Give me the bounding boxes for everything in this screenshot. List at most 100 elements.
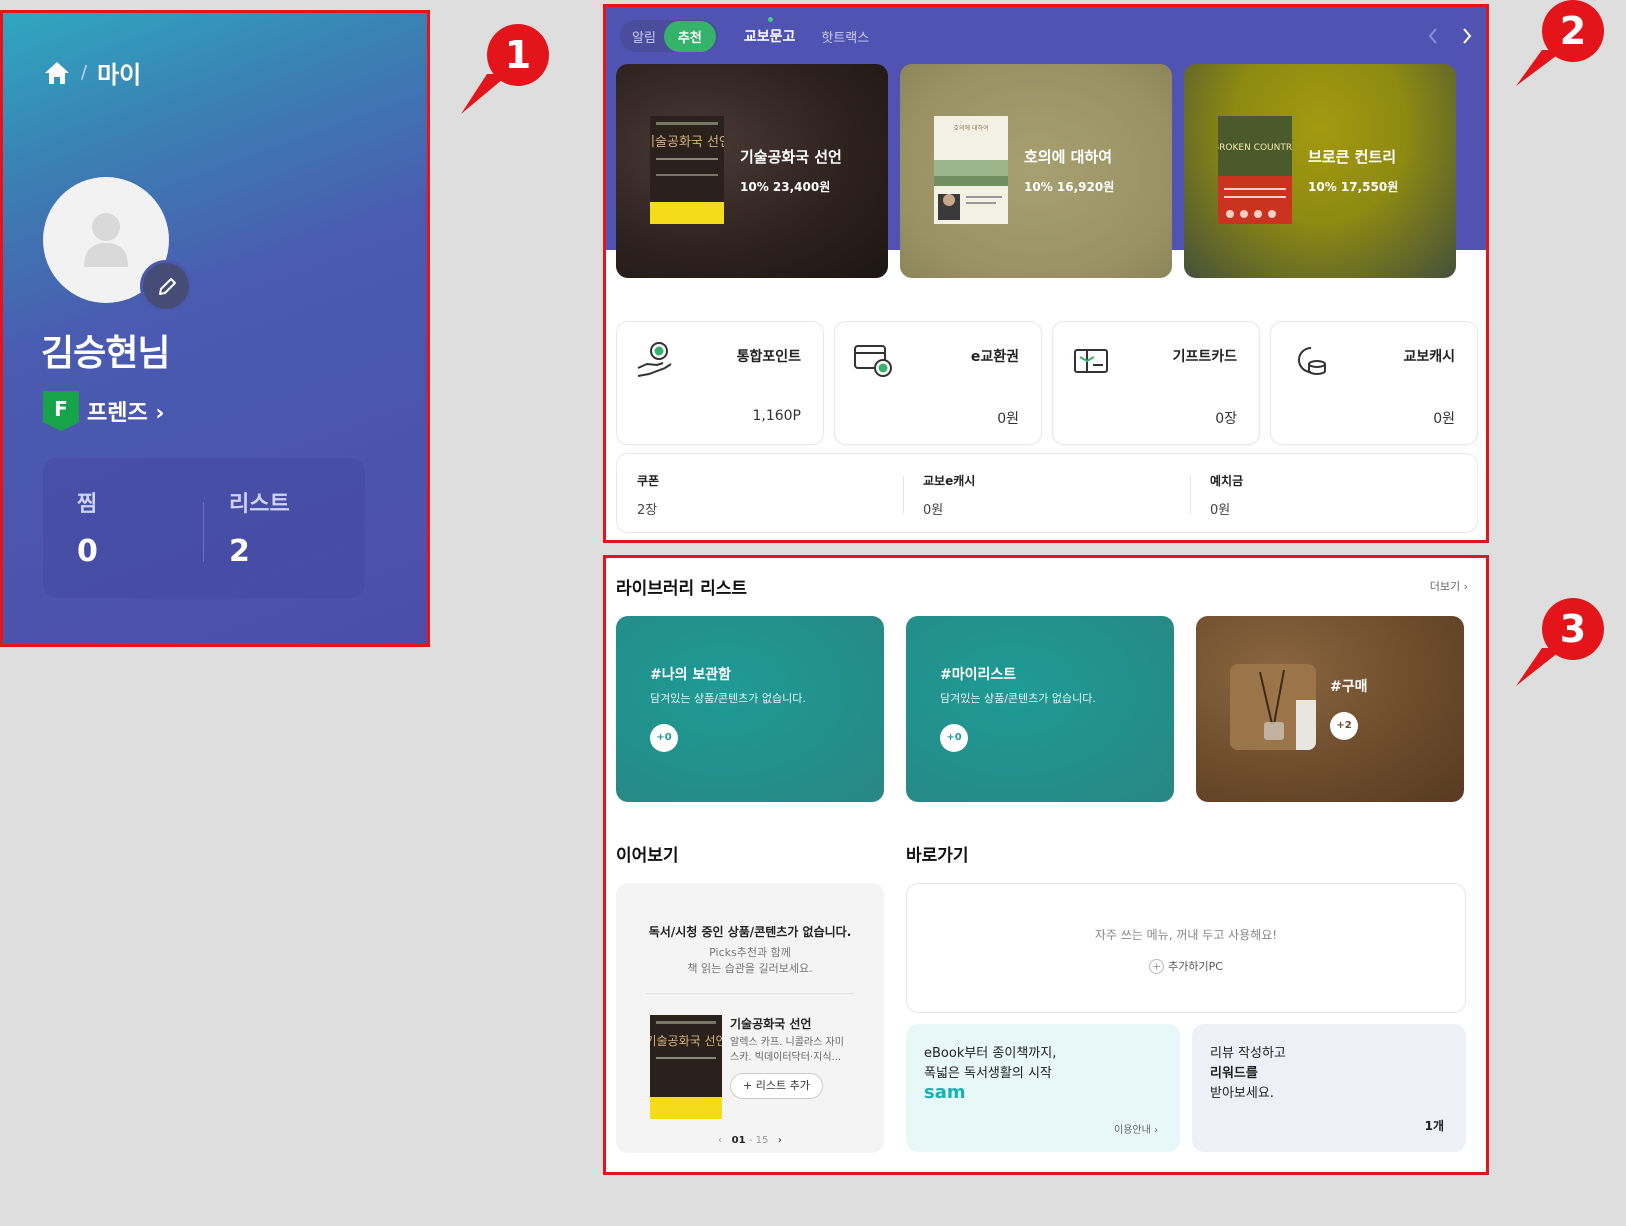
giftcard-icon <box>1074 349 1108 373</box>
stat-label: 리스트 <box>229 492 290 517</box>
review-promo-text: 리뷰 작성하고 리워드를 받아보세요. <box>1210 1044 1286 1104</box>
library-card-desc: 담겨있는 상품/콘텐츠가 없습니다. <box>940 692 1096 705</box>
continue-book-title[interactable]: 기술공화국 선언 <box>730 1015 811 1032</box>
home-icon[interactable] <box>43 60 71 86</box>
stat-label: 찜 <box>77 492 98 517</box>
sam-logo: sam <box>924 1082 966 1103</box>
pager-prev-icon[interactable]: ‹ <box>718 1135 722 1146</box>
sub-asset-coupon[interactable]: 쿠폰 2장 <box>637 472 659 518</box>
stat-list[interactable]: 리스트 2 <box>229 486 290 569</box>
library-card-purchase[interactable]: #구매 +2 <box>1196 616 1464 802</box>
promo-line: 받아보세요. <box>1210 1086 1274 1101</box>
cash-icon <box>1298 347 1326 375</box>
tab-recommend[interactable]: 추천 <box>663 20 716 52</box>
asset-label: 교보캐시 <box>1403 349 1455 365</box>
continue-empty-text: 독서/시청 중인 상품/콘텐츠가 없습니다. <box>648 925 852 939</box>
book-title: 기술공화국 선언 <box>740 148 842 166</box>
asset-label: 기프트카드 <box>1172 349 1237 365</box>
pager-separator: - <box>748 1135 756 1146</box>
pager-current: 01 <box>731 1135 746 1146</box>
library-card-name: #나의 보관함 <box>650 667 732 683</box>
breadcrumb-current: 마이 <box>97 61 142 89</box>
shortcut-message: 자주 쓰는 메뉴, 꺼내 두고 사용해요! <box>1094 928 1278 942</box>
tab-alarm[interactable]: 알림 <box>632 27 656 46</box>
book-price: 10% 16,920원 <box>1024 180 1115 194</box>
library-card-count: +0 <box>940 724 968 752</box>
membership-grade[interactable]: F 프렌즈 › <box>43 391 164 431</box>
stat-wish[interactable]: 찜 0 <box>77 486 98 569</box>
sub-asset-label: 쿠폰 <box>637 474 660 488</box>
asset-giftcard[interactable]: 기프트카드 0장 <box>1052 321 1260 445</box>
callout-number: 1 <box>504 33 532 77</box>
book-cover: BROKEN COUNTRY <box>1218 116 1292 224</box>
asset-label: e교환권 <box>970 349 1019 365</box>
chevron-left-icon[interactable] <box>1428 27 1438 45</box>
library-card-name: #구매 <box>1330 679 1368 695</box>
library-card-count: +2 <box>1330 712 1358 740</box>
shortcut-add-label: 추가하기PC <box>1168 960 1223 973</box>
promo-line: 리뷰 작성하고 <box>1210 1046 1286 1061</box>
library-more-link[interactable]: 더보기 › <box>1430 578 1468 594</box>
sub-asset-deposit[interactable]: 예치금 0원 <box>1210 472 1243 518</box>
continue-title: 이어보기 <box>616 846 679 866</box>
sam-promo[interactable]: eBook부터 종이책까지, 폭넓은 독서생활의 시작 sam 이용안내 › <box>906 1024 1180 1152</box>
book-title: 호의에 대하여 <box>1024 148 1113 166</box>
sam-promo-text: eBook부터 종이책까지, 폭넓은 독서생활의 시작 <box>924 1044 1056 1084</box>
sub-asset-ecash[interactable]: 교보e캐시 0원 <box>923 472 975 518</box>
book-title: 브로큰 컨트리 <box>1308 148 1397 166</box>
svg-text:기술공화국 선언: 기술공화국 선언 <box>650 135 724 150</box>
stat-value: 0 <box>77 534 98 569</box>
sub-asset-divider <box>903 476 904 514</box>
library-title: 라이브러리 리스트 <box>616 579 748 599</box>
library-card-name: #마이리스트 <box>940 667 1017 683</box>
callout-3: 3 <box>1516 598 1604 686</box>
shortcut-add-button[interactable]: + 추가하기PC <box>907 958 1465 974</box>
library-card-mylist[interactable]: #마이리스트 담겨있는 상품/콘텐츠가 없습니다. +0 <box>906 616 1174 802</box>
user-name: 김승현님 <box>41 333 170 374</box>
review-promo[interactable]: 리뷰 작성하고 리워드를 받아보세요. 1개 <box>1192 1024 1466 1152</box>
svg-text:호의에 대하여: 호의에 대하여 <box>953 124 988 132</box>
book-cover: 호의에 대하여 <box>934 116 1008 224</box>
edit-profile-button[interactable] <box>140 260 192 312</box>
pager-next-icon[interactable]: › <box>778 1135 782 1146</box>
carousel-nav <box>1428 27 1472 45</box>
tab-hottracks[interactable]: 핫트랙스 <box>821 27 869 46</box>
add-to-list-button[interactable]: + 리스트 추가 <box>730 1073 823 1099</box>
asset-voucher[interactable]: e교환권 0원 <box>834 321 1042 445</box>
pencil-icon <box>159 278 176 295</box>
library-panel: 라이브러리 리스트 더보기 › #나의 보관함 담겨있는 상품/콘텐츠가 없습니… <box>603 555 1489 1175</box>
grade-badge-icon: F <box>43 391 79 431</box>
book-card[interactable]: 호의에 대하여 호의에 대하여 10% 16,920원 <box>900 64 1172 278</box>
breadcrumb-separator: / <box>81 62 88 83</box>
asset-point[interactable]: 통합포인트 1,160P <box>616 321 824 445</box>
asset-value: 1,160P <box>752 408 801 424</box>
review-count: 1개 <box>1424 1119 1444 1133</box>
continue-divider <box>646 993 854 994</box>
library-card-storage[interactable]: #나의 보관함 담겨있는 상품/콘텐츠가 없습니다. +0 <box>616 616 884 802</box>
recommend-panel: 알림 추천 교보문고 핫트랙스 기술공화국 선언 기술공화국 선언 10% 23… <box>603 4 1489 543</box>
asset-cash[interactable]: 교보캐시 0원 <box>1270 321 1478 445</box>
shortcut-box: 자주 쓰는 메뉴, 꺼내 두고 사용해요! + 추가하기PC <box>906 883 1466 1013</box>
book-card[interactable]: BROKEN COUNTRY 브로큰 컨트리 10% 17,550원 <box>1184 64 1456 278</box>
promo-line: 폭넓은 독서생활의 시작 <box>924 1066 1052 1081</box>
asset-value: 0원 <box>997 411 1019 427</box>
continue-hint-line: 책 읽는 습관을 길러보세요. <box>687 962 813 975</box>
profile-stats: 찜 0 리스트 2 <box>43 458 365 598</box>
library-card-desc: 담겨있는 상품/콘텐츠가 없습니다. <box>650 692 806 705</box>
point-hand-icon <box>637 342 672 377</box>
grade-label: 프렌즈 › <box>87 401 165 426</box>
tab-kyobo[interactable]: 교보문고 <box>744 17 795 46</box>
sam-info-link[interactable]: 이용안내 › <box>1114 1121 1158 1136</box>
sub-asset-divider <box>1190 476 1191 514</box>
breadcrumb: / 마이 <box>43 55 141 90</box>
diffuser-image <box>1230 664 1316 750</box>
book-price: 10% 23,400원 <box>740 180 831 194</box>
svg-text:BROKEN COUNTRY: BROKEN COUNTRY <box>1218 143 1292 153</box>
sub-asset-value: 0원 <box>1210 503 1231 518</box>
continue-hint: Picks추천과 함께 책 읽는 습관을 길러보세요. <box>616 945 884 977</box>
chevron-right-icon[interactable] <box>1462 27 1472 45</box>
callout-number: 3 <box>1559 607 1587 651</box>
callout-number: 2 <box>1559 9 1587 53</box>
book-card[interactable]: 기술공화국 선언 기술공화국 선언 10% 23,400원 <box>616 64 888 278</box>
book-cover[interactable]: 기술공화국 선언 <box>650 1015 722 1119</box>
